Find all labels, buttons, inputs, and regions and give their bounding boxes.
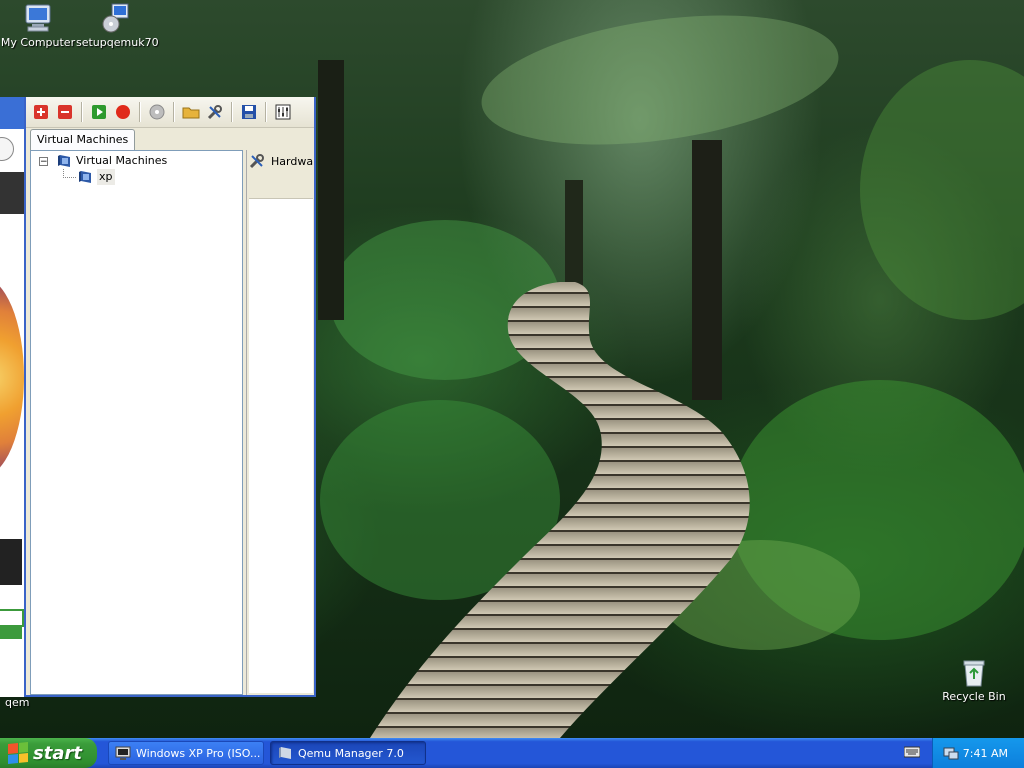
tools-icon [249,154,264,169]
green-bar [0,627,22,639]
desktop-icon-label: setupqemuk70 [76,36,159,49]
details-content [249,198,313,693]
tools-icon [207,105,222,120]
taskbar: start Windows XP Pro (ISO... Qemu Manage… [0,738,1024,768]
save-button[interactable] [238,101,260,123]
desktop-icon-recycle-bin[interactable]: Recycle Bin [934,656,1014,703]
tree-item-label: xp [97,169,115,185]
keyboard-icon[interactable] [904,746,920,758]
toolbar [26,97,314,128]
tree-root[interactable]: − Virtual Machines [39,153,167,169]
add-vm-button[interactable] [30,101,52,123]
tree-connector [63,169,76,178]
desktop-icon-label: Recycle Bin [942,690,1006,703]
toolbar-separator [81,102,83,122]
my-computer-icon [22,2,54,34]
remove-vm-button[interactable] [54,101,76,123]
folder-icon [182,107,200,119]
sliders-icon [275,104,291,120]
vm-group-icon [58,155,70,167]
start-button[interactable]: start [0,738,97,768]
taskbar-item-label: Qemu Manager 7.0 [298,746,404,760]
window-titlebar [0,97,24,129]
plus-icon [34,105,48,119]
toolbar-separator [265,102,267,122]
settings-button[interactable] [204,101,226,123]
taskbar-item-qemu-manager[interactable]: Qemu Manager 7.0 [270,741,426,765]
cd-icon [149,104,165,120]
green-outline-box [0,609,24,627]
stop-icon [116,105,130,119]
network-icon[interactable] [943,745,959,761]
background-window[interactable] [0,97,25,697]
tree-item-xp[interactable]: xp [77,169,115,185]
taskbar-item-label: Windows XP Pro (ISO... [136,746,261,760]
cdrom-button[interactable] [146,101,168,123]
vm-icon [79,171,91,183]
desktop-icon-my-computer[interactable]: My Computer [0,2,78,49]
recycle-bin-icon [958,656,990,688]
toolbar-separator [139,102,141,122]
qemu-manager-icon [279,747,291,759]
qemu-manager-window[interactable]: Virtual Machines − Virtual Machines xp H… [24,97,316,697]
tab-strip: Virtual Machines [26,128,314,150]
play-icon [92,105,106,119]
options-button[interactable] [272,101,294,123]
open-folder-button[interactable] [180,101,202,123]
dark-panel [0,539,22,585]
taskbar-item-windows-xp[interactable]: Windows XP Pro (ISO... [108,741,264,765]
start-vm-button[interactable] [88,101,110,123]
floppy-icon [242,105,256,119]
qemu-display-icon [115,746,131,760]
dark-banner [0,172,24,214]
minus-icon [58,105,72,119]
clock[interactable]: 7:41 AM [963,747,1008,760]
hardware-label: Hardwa [271,154,314,168]
vm-tree[interactable]: − Virtual Machines xp [30,150,243,695]
setup-installer-icon [100,2,132,34]
start-label: start [33,742,82,764]
desktop-icon-label: My Computer [0,36,76,49]
disc-image [0,277,24,477]
toolbar-separator [173,102,175,122]
stop-vm-button[interactable] [112,101,134,123]
tree-root-label: Virtual Machines [76,154,168,167]
partial-desktop-label: qem [5,696,30,709]
toolbar-separator [231,102,233,122]
collapse-toggle[interactable]: − [39,156,48,166]
hardware-tab[interactable]: Hardwa [249,150,313,172]
windows-logo-icon [8,741,28,765]
nav-button[interactable] [0,137,14,161]
desktop-icon-setupqemuk70[interactable]: setupqemuk70 [76,2,159,49]
system-tray: 7:41 AM [932,738,1024,768]
tab-virtual-machines[interactable]: Virtual Machines [30,129,136,150]
details-pane: Hardwa [246,150,314,695]
